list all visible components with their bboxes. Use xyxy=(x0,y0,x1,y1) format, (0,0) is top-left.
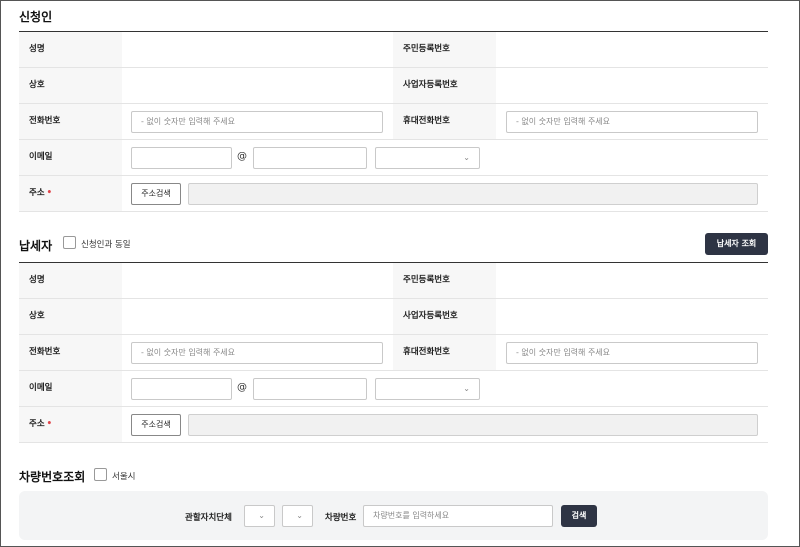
chevron-down-icon: ⌄ xyxy=(463,384,470,393)
taxpayer-name-label: 성명 xyxy=(19,263,122,298)
taxpayer-row-phone: 전화번호 - 없이 숫자만 입력해 주세요 휴대전화번호 - 없이 숫자만 입력… xyxy=(19,335,768,371)
seoul-checkbox[interactable] xyxy=(94,468,107,481)
taxpayer-row-name: 성명 주민등록번호 xyxy=(19,263,768,299)
applicant-email-id-input[interactable] xyxy=(131,147,232,169)
taxpayer-row-company: 상호 사업자등록번호 xyxy=(19,299,768,335)
applicant-row-name: 성명 주민등록번호 xyxy=(19,32,768,68)
plate-input[interactable]: 차량번호를 입력하세요 xyxy=(363,505,553,527)
taxpayer-section-title: 납세자 xyxy=(19,239,53,253)
taxpayer-rrn-label: 주민등록번호 xyxy=(393,263,496,298)
applicant-email-label: 이메일 xyxy=(19,140,122,175)
taxpayer-phone-label: 전화번호 xyxy=(19,335,122,370)
applicant-row-email: 이메일 @ ⌄ xyxy=(19,140,768,176)
taxpayer-address-search-button[interactable]: 주소검색 xyxy=(131,414,181,436)
applicant-name-label: 성명 xyxy=(19,32,122,67)
applicant-row-company: 상호 사업자등록번호 xyxy=(19,68,768,104)
vehicle-search-button[interactable]: 검색 xyxy=(561,505,597,527)
taxpayer-brn-label: 사업자등록번호 xyxy=(393,299,496,334)
taxpayer-email-domain-select[interactable]: ⌄ xyxy=(375,378,480,400)
applicant-section-title: 신청인 xyxy=(19,10,53,24)
applicant-phone-label: 전화번호 xyxy=(19,104,122,139)
applicant-company-label: 상호 xyxy=(19,68,122,103)
applicant-email-domain-select[interactable]: ⌄ xyxy=(375,147,480,169)
applicant-address-search-button[interactable]: 주소검색 xyxy=(131,183,181,205)
vehicle-section-title: 차량번호조회 xyxy=(19,470,86,484)
chevron-down-icon: ⌄ xyxy=(463,153,470,162)
taxpayer-email-id-input[interactable] xyxy=(131,378,232,400)
taxpayer-email-domain-input[interactable] xyxy=(253,378,367,400)
taxpayer-mobile-input[interactable]: - 없이 숫자만 입력해 주세요 xyxy=(506,342,758,364)
applicant-address-field xyxy=(188,183,758,205)
seoul-label: 서울시 xyxy=(112,472,136,482)
applicant-row-phone: 전화번호 - 없이 숫자만 입력해 주세요 휴대전화번호 - 없이 숫자만 입력… xyxy=(19,104,768,140)
jurisdiction-select-2[interactable]: ⌄ xyxy=(282,505,313,527)
taxpayer-row-email: 이메일 @ ⌄ xyxy=(19,371,768,407)
required-mark: • xyxy=(46,188,53,198)
required-mark: • xyxy=(46,419,53,429)
taxpayer-company-label: 상호 xyxy=(19,299,122,334)
applicant-email-domain-input[interactable] xyxy=(253,147,367,169)
applicant-address-label: 주소 • xyxy=(19,176,122,211)
applicant-mobile-label: 휴대전화번호 xyxy=(393,104,496,139)
taxpayer-phone-input[interactable]: - 없이 숫자만 입력해 주세요 xyxy=(131,342,383,364)
applicant-rrn-label: 주민등록번호 xyxy=(393,32,496,67)
jurisdiction-select-1[interactable]: ⌄ xyxy=(244,505,275,527)
taxpayer-address-field xyxy=(188,414,758,436)
taxpayer-email-at: @ xyxy=(237,382,247,393)
applicant-mobile-input[interactable]: - 없이 숫자만 입력해 주세요 xyxy=(506,111,758,133)
plate-label: 차량번호 xyxy=(325,513,357,523)
same-as-applicant-checkbox[interactable] xyxy=(63,236,76,249)
taxpayer-row-address: 주소 • 주소검색 xyxy=(19,407,768,443)
same-as-applicant-label: 신청인과 동일 xyxy=(81,240,131,250)
chevron-down-icon: ⌄ xyxy=(258,511,265,520)
taxpayer-email-label: 이메일 xyxy=(19,371,122,406)
applicant-row-address: 주소 • 주소검색 xyxy=(19,176,768,212)
chevron-down-icon: ⌄ xyxy=(296,511,303,520)
jurisdiction-label: 관할자치단체 xyxy=(185,513,232,523)
taxpayer-lookup-button[interactable]: 납세자 조회 xyxy=(705,233,768,255)
taxpayer-mobile-label: 휴대전화번호 xyxy=(393,335,496,370)
applicant-phone-input[interactable]: - 없이 숫자만 입력해 주세요 xyxy=(131,111,383,133)
vehicle-search-box: 관할자치단체 ⌄ ⌄ 차량번호 차량번호를 입력하세요 검색 xyxy=(19,491,768,540)
taxpayer-address-label: 주소 • xyxy=(19,407,122,442)
applicant-email-at: @ xyxy=(237,151,247,162)
applicant-brn-label: 사업자등록번호 xyxy=(393,68,496,103)
